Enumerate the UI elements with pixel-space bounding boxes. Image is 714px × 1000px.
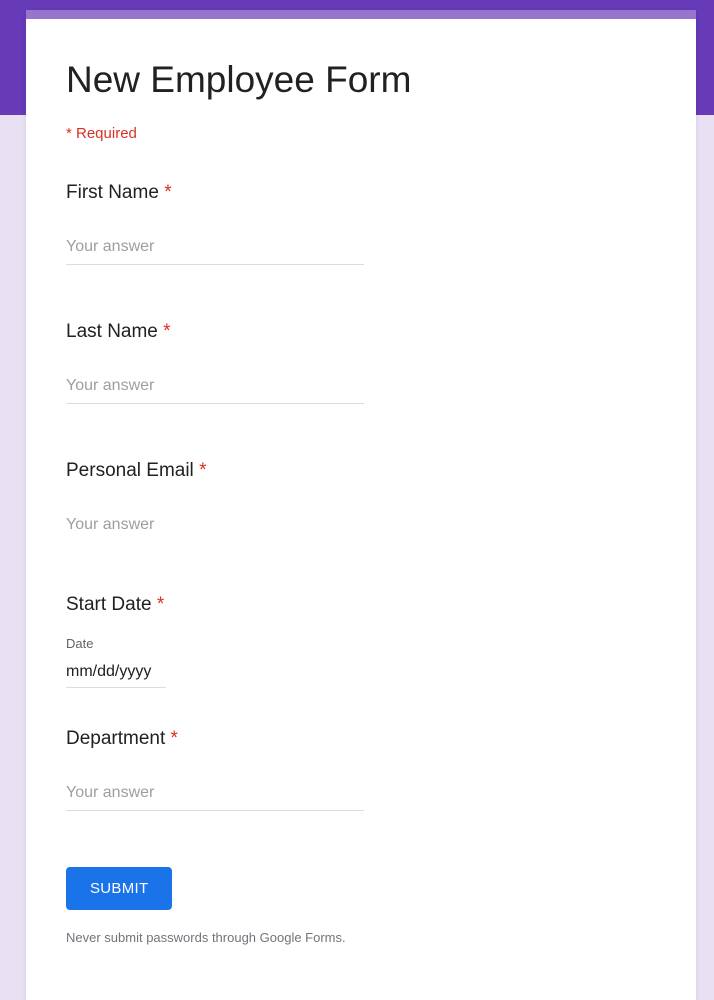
last-name-label: Last Name * (66, 321, 656, 343)
required-asterisk: * (163, 321, 170, 342)
start-date-label-text: Start Date (66, 594, 157, 615)
personal-email-input[interactable] (66, 512, 364, 542)
required-asterisk: * (199, 460, 206, 481)
department-input[interactable] (66, 780, 364, 811)
first-name-label-text: First Name (66, 182, 164, 203)
personal-email-label: Personal Email * (66, 460, 656, 482)
required-asterisk: * (164, 182, 171, 203)
start-date-group: Start Date * Date (66, 594, 656, 688)
form-title: New Employee Form (66, 59, 656, 101)
last-name-group: Last Name * (66, 321, 656, 404)
start-date-input[interactable] (66, 661, 166, 688)
start-date-label: Start Date * (66, 594, 656, 616)
personal-email-group: Personal Email * (66, 460, 656, 542)
personal-email-label-text: Personal Email (66, 460, 199, 481)
required-note: * Required (66, 125, 656, 142)
first-name-input[interactable] (66, 234, 364, 265)
form-card: New Employee Form * Required First Name … (26, 10, 696, 1000)
last-name-input[interactable] (66, 373, 364, 404)
required-asterisk: * (157, 594, 164, 615)
disclaimer-text: Never submit passwords through Google Fo… (66, 930, 656, 945)
department-label: Department * (66, 728, 656, 750)
first-name-group: First Name * (66, 182, 656, 265)
first-name-label: First Name * (66, 182, 656, 204)
last-name-label-text: Last Name (66, 321, 163, 342)
department-label-text: Department (66, 728, 171, 749)
submit-button[interactable]: SUBMIT (66, 867, 172, 910)
department-group: Department * (66, 728, 656, 811)
required-asterisk: * (171, 728, 178, 749)
date-sublabel: Date (66, 636, 656, 651)
